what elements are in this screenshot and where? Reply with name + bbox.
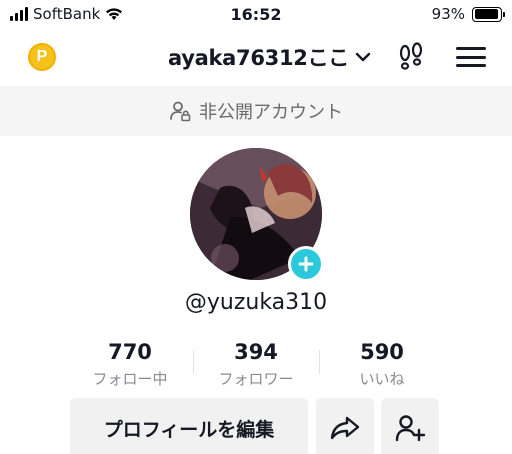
- share-button[interactable]: [316, 398, 374, 454]
- profile-header: P ayaka76312ここ: [0, 30, 512, 84]
- account-switcher[interactable]: ayaka76312ここ: [168, 42, 373, 72]
- profile-stats: 770 フォロー中 394 フォロワー 590 いいね: [0, 340, 512, 392]
- menu-icon[interactable]: [456, 44, 486, 70]
- stat-value: 590: [360, 340, 404, 364]
- battery-percent: 93%: [431, 5, 465, 23]
- stat-divider: [193, 350, 194, 374]
- add-friend-button[interactable]: [381, 398, 439, 454]
- profile-handle: @yuzuka310: [184, 290, 328, 315]
- edit-profile-label: プロフィールを編集: [103, 418, 275, 441]
- status-bar: SoftBank 16:52 93%: [0, 0, 512, 30]
- chevron-down-icon: [355, 52, 371, 62]
- private-account-label: 非公開アカウント: [199, 102, 343, 123]
- stat-followers[interactable]: 394 フォロワー: [196, 340, 316, 389]
- private-account-banner: 非公開アカウント: [0, 86, 512, 136]
- stat-label: いいね: [359, 370, 405, 388]
- stat-divider: [319, 350, 320, 374]
- coin-icon[interactable]: P: [28, 43, 56, 71]
- battery-fill: [474, 9, 498, 19]
- stat-following[interactable]: 770 フォロー中: [70, 340, 190, 389]
- edit-profile-button[interactable]: プロフィールを編集: [70, 398, 308, 454]
- stat-value: 770: [108, 340, 152, 364]
- add-user-icon: [395, 415, 425, 442]
- plus-icon: [298, 256, 314, 272]
- username: ayaka76312ここ: [168, 46, 349, 70]
- coin-icon-label: P: [36, 48, 48, 65]
- stat-label: フォロワー: [218, 370, 294, 388]
- stat-value: 394: [234, 340, 278, 364]
- footprint-icon[interactable]: [396, 42, 426, 72]
- add-avatar-button[interactable]: [288, 246, 324, 282]
- profile-actions: プロフィールを編集: [0, 398, 512, 454]
- status-right: 93%: [431, 5, 505, 23]
- stat-label: フォロー中: [92, 370, 168, 388]
- share-icon: [330, 416, 360, 440]
- stat-likes[interactable]: 590 いいね: [322, 340, 442, 389]
- user-lock-icon: [170, 101, 191, 122]
- battery-icon: [472, 6, 505, 22]
